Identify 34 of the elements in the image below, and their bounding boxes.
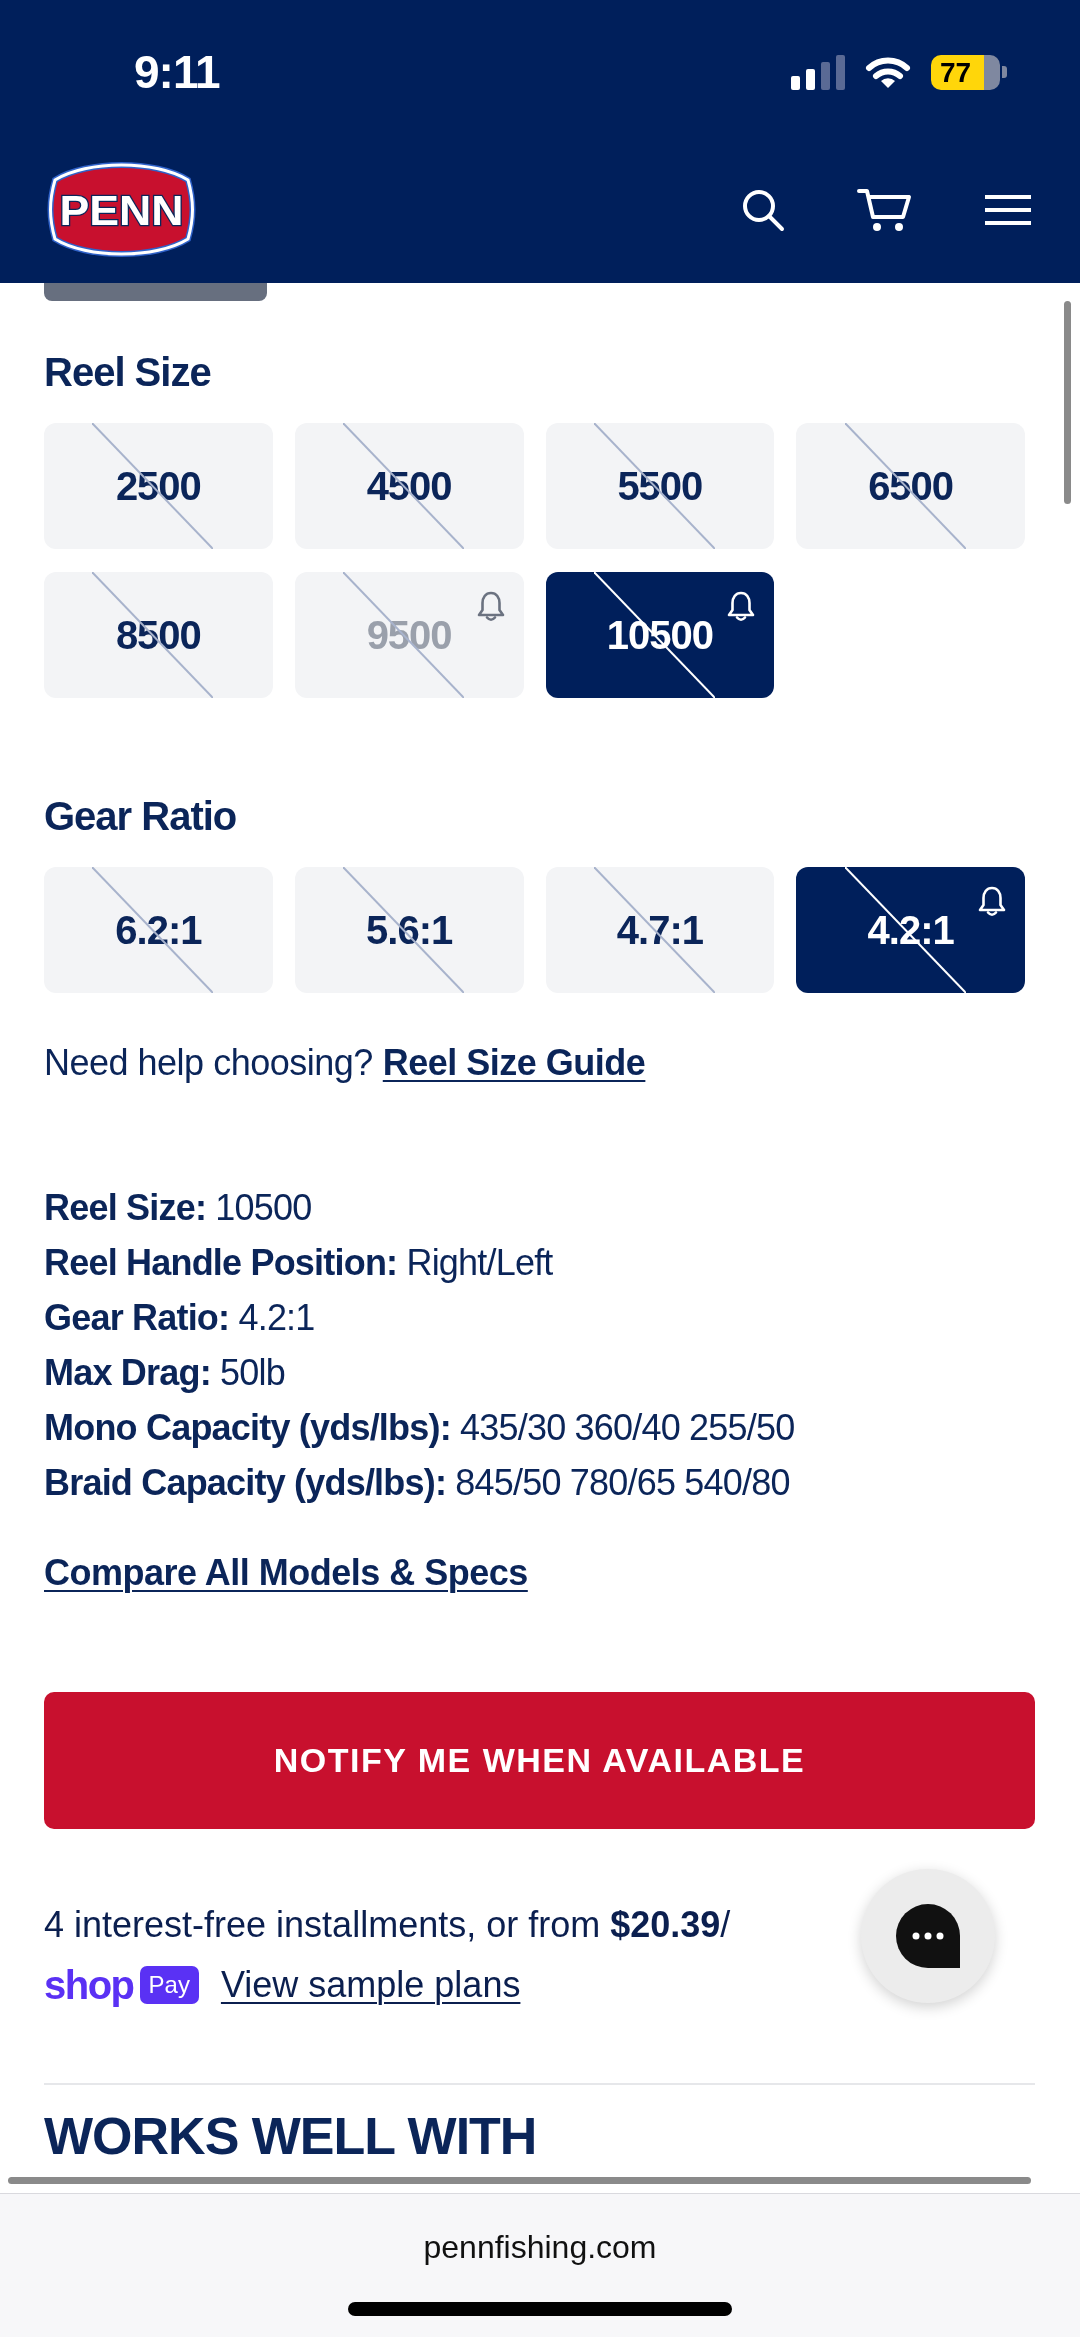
spec-line: Mono Capacity (yds/lbs): 435/30 360/40 255/50 (44, 1406, 796, 1450)
spec-line: Max Drag: 50lb (44, 1351, 286, 1395)
spec-line: Braid Capacity (yds/lbs): 845/50 780/65 540/80 (44, 1461, 791, 1505)
option-button[interactable]: 6.2:1 (44, 867, 273, 993)
spec-line: Reel Handle Position: Right/Left (44, 1241, 554, 1285)
option-button[interactable]: 5500 (545, 423, 775, 549)
section-heading: Reel Size (44, 349, 212, 396)
sample-plans-link[interactable]: View sample plans (220, 1963, 521, 2007)
option-button[interactable]: 4.7:1 (545, 867, 775, 993)
section-heading: WORKS WELL WITH (44, 2110, 538, 2162)
pay-badge: Pay (139, 1966, 199, 2004)
option-button[interactable]: 5.6:1 (294, 867, 524, 993)
notify-button[interactable]: NOTIFY ME WHEN AVAILABLE (44, 1692, 1035, 1829)
help-prompt: Need help choosing? (44, 1041, 373, 1085)
chat-bubble-icon (894, 1902, 962, 1970)
battery-indicator: 77 (931, 54, 1007, 90)
search-icon[interactable] (741, 187, 785, 232)
spec-line: Reel Size: 10500 (44, 1186, 313, 1230)
signal-icon (791, 54, 845, 90)
spec-line: Gear Ratio: 4.2:1 (44, 1296, 316, 1340)
option-button[interactable]: 8500 (44, 572, 273, 698)
installments-text: 4 interest-free installments, or from $20.39/ (44, 1904, 731, 1945)
menu-icon[interactable] (985, 193, 1031, 226)
cart-icon[interactable] (857, 187, 913, 232)
reel-size-guide-link[interactable]: Reel Size Guide (382, 1041, 646, 1085)
status-time: 9:11 (134, 49, 220, 95)
option-button[interactable]: 4500 (294, 423, 524, 549)
wifi-icon (865, 55, 911, 89)
shop-wordmark: shop (44, 1963, 134, 2007)
section-heading: Gear Ratio (44, 793, 238, 840)
address-url[interactable]: pennfishing.com (423, 2228, 657, 2266)
option-button[interactable]: 6500 (796, 423, 1025, 549)
compare-link[interactable]: Compare All Models & Specs (44, 1552, 528, 1593)
option-button[interactable]: 2500 (44, 423, 273, 549)
